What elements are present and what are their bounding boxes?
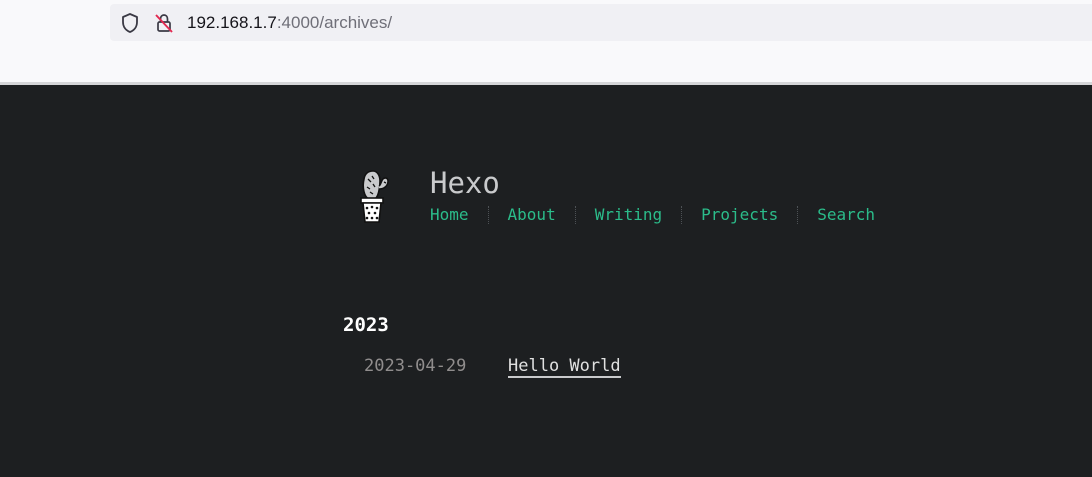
nav-about[interactable]: About	[508, 205, 556, 225]
cactus-logo-icon[interactable]	[355, 167, 397, 227]
nav-search[interactable]: Search	[817, 205, 875, 225]
nav-divider	[574, 206, 576, 224]
nav-writing[interactable]: Writing	[595, 205, 662, 225]
nav-divider	[797, 206, 799, 224]
nav-projects[interactable]: Projects	[701, 205, 778, 225]
address-bar[interactable]: 192.168.1.7:4000/archives/	[110, 4, 1092, 41]
insecure-lock-icon[interactable]	[153, 12, 175, 34]
main-nav: Home About Writing Projects Search	[430, 205, 875, 225]
post-date: 2023-04-29	[364, 356, 467, 376]
browser-toolbar: 192.168.1.7:4000/archives/	[0, 0, 1092, 85]
page-content: Hexo Home About Writing Projects Search …	[0, 85, 1092, 477]
nav-divider	[681, 206, 683, 224]
archive-year: 2023	[343, 314, 389, 336]
nav-home[interactable]: Home	[430, 205, 469, 225]
url-path: :4000/archives/	[276, 13, 393, 32]
nav-divider	[487, 206, 489, 224]
post-link[interactable]: Hello World	[508, 356, 621, 378]
url-host: 192.168.1.7	[187, 13, 277, 32]
url-text: 192.168.1.7:4000/archives/	[187, 13, 392, 33]
site-title[interactable]: Hexo	[430, 165, 500, 201]
shield-icon[interactable]	[119, 12, 141, 34]
